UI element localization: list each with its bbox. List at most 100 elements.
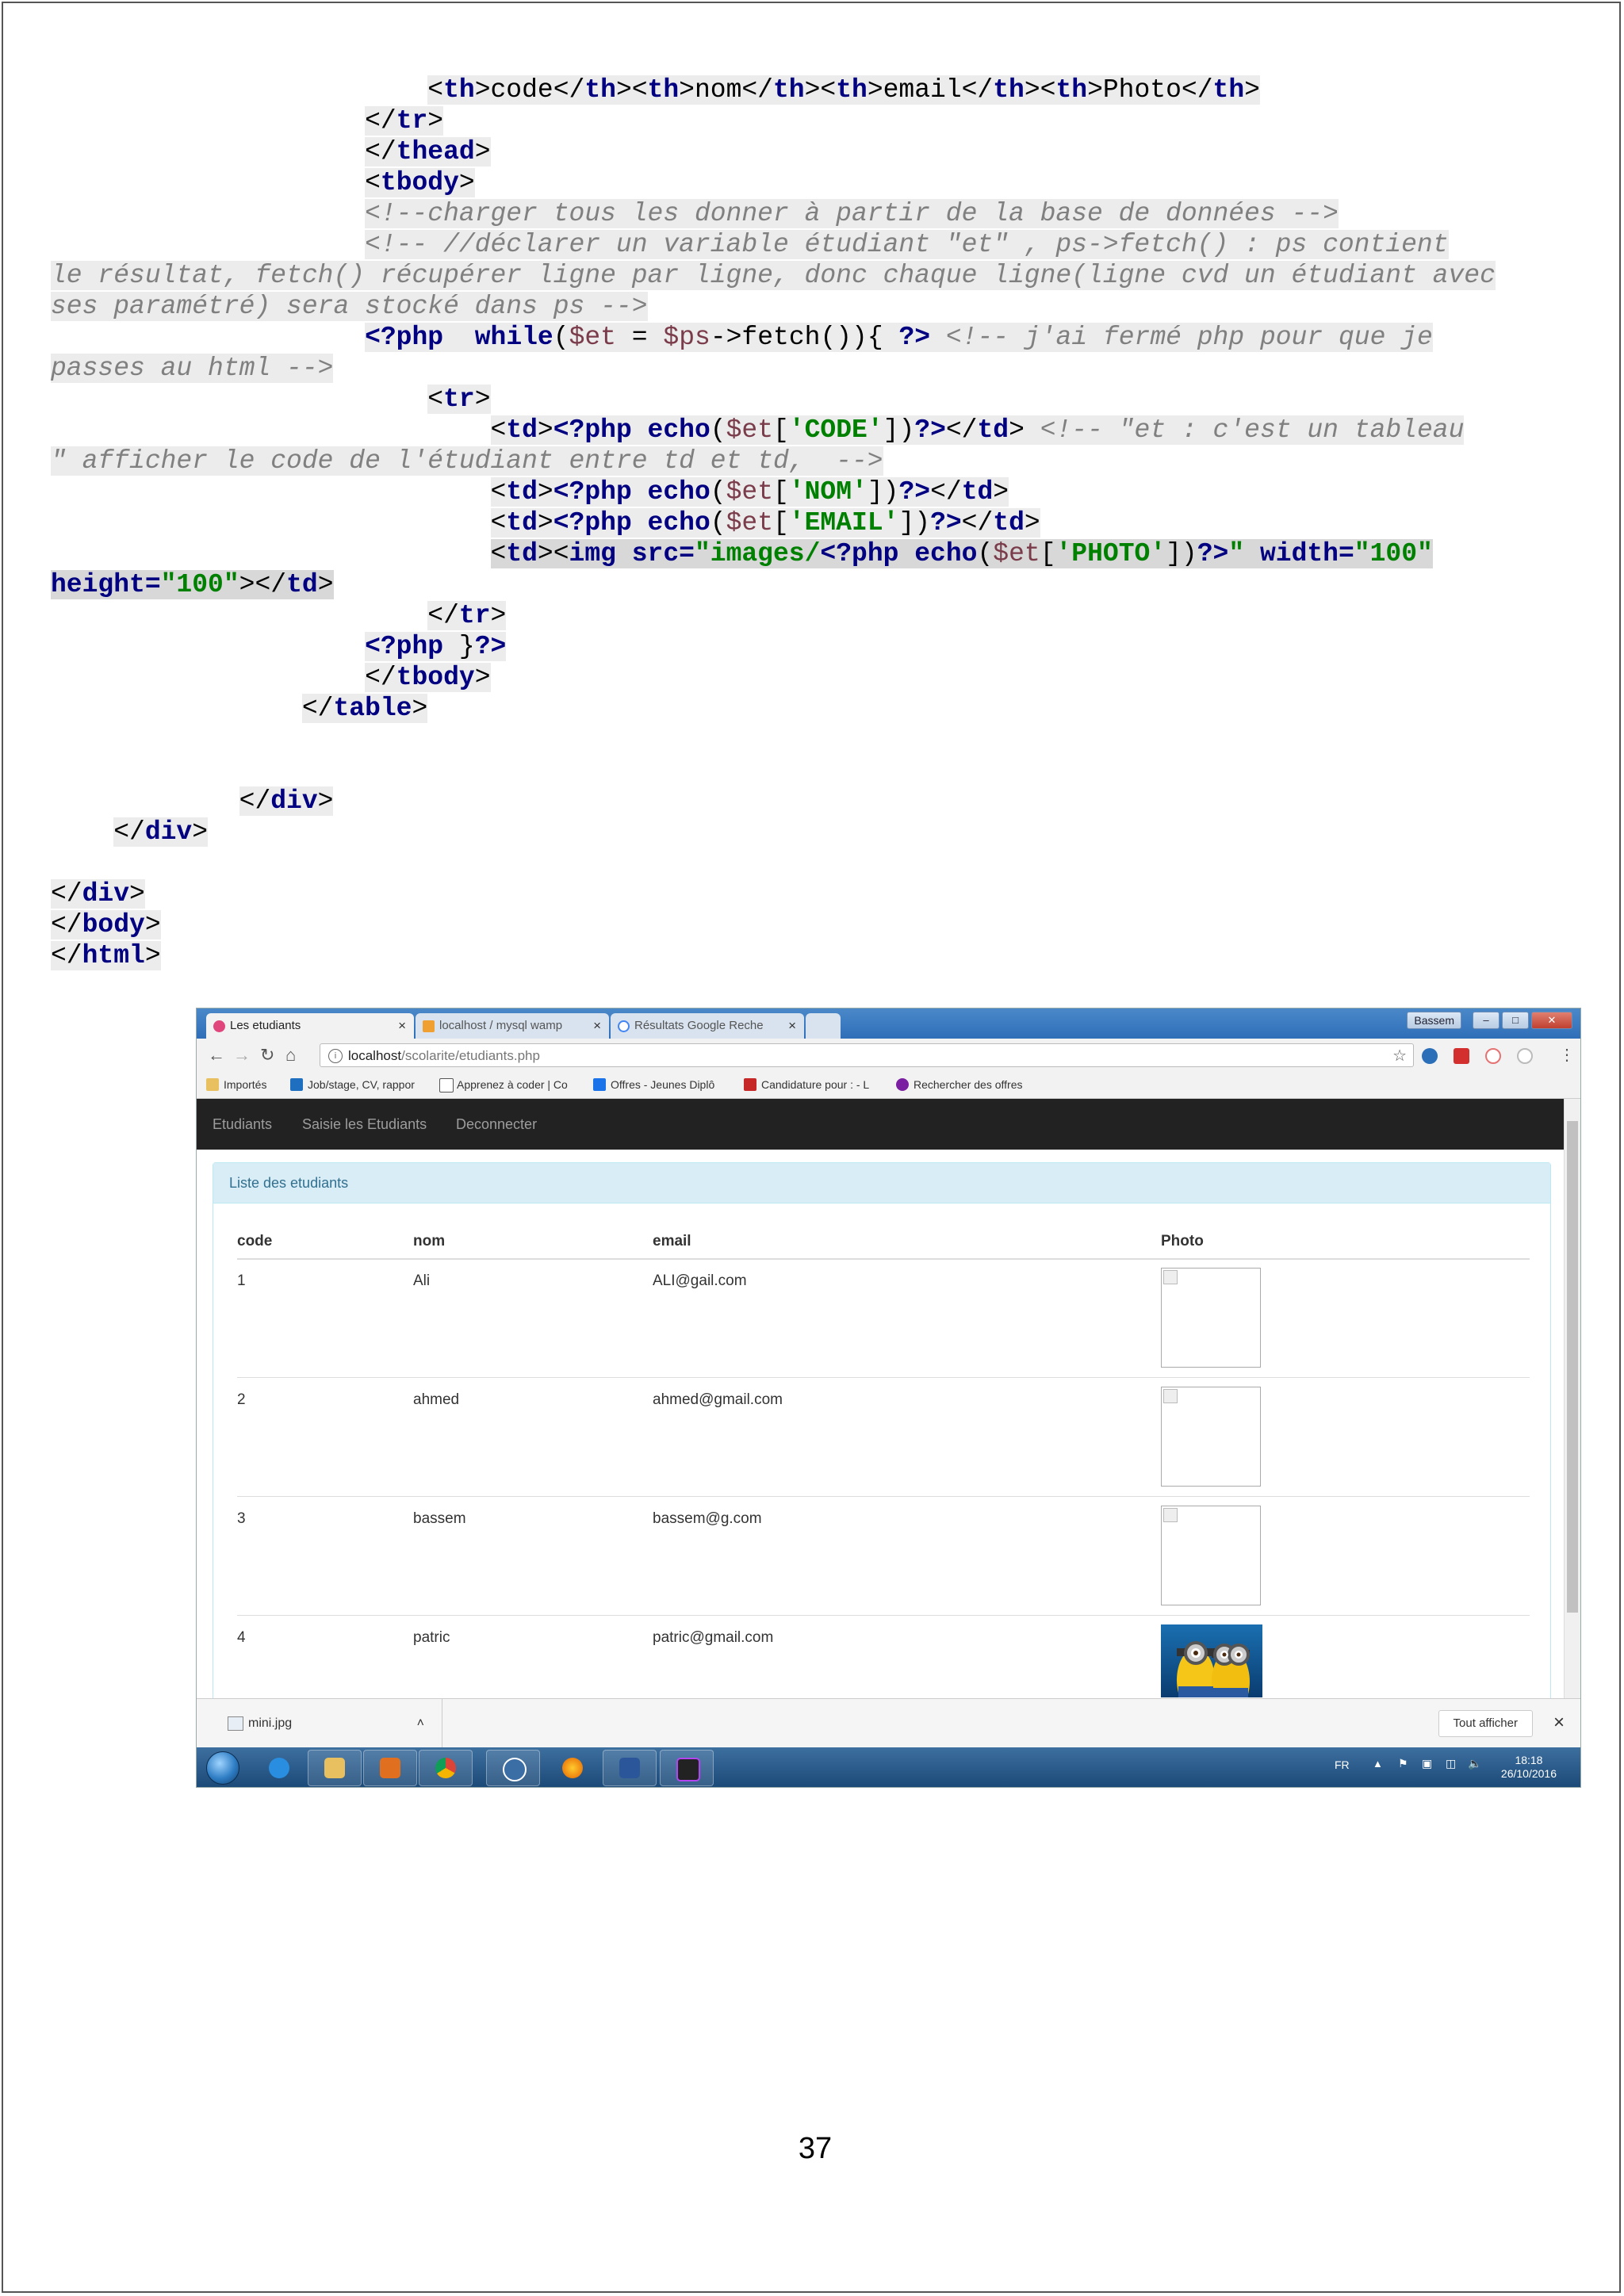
code-token: >Photo</ bbox=[1087, 75, 1213, 105]
code-token: </ bbox=[51, 910, 82, 939]
code-token: <!-- j'ai fermé php pour que je bbox=[945, 323, 1433, 352]
code-token: html bbox=[82, 941, 145, 970]
user-badge[interactable]: Bassem bbox=[1407, 1012, 1461, 1029]
tray-up-arrow-icon[interactable]: ▲ bbox=[1373, 1758, 1383, 1770]
code-token: > bbox=[458, 168, 475, 197]
code-token: ->fetch()){ bbox=[710, 323, 899, 352]
word-icon[interactable] bbox=[603, 1750, 657, 1786]
tab-les-etudiants[interactable]: Les etudiants × bbox=[206, 1013, 414, 1039]
scrollbar-thumb[interactable] bbox=[1567, 1121, 1578, 1613]
tab-bar: Les etudiants × localhost / mysql wamp ×… bbox=[197, 1008, 1580, 1039]
url-host: localhost bbox=[348, 1048, 402, 1063]
code-token: >< bbox=[1024, 75, 1056, 105]
code-token: < bbox=[427, 75, 444, 105]
power-icon[interactable]: ▣ bbox=[1422, 1757, 1432, 1770]
clock[interactable]: 18:18 26/10/2016 bbox=[1501, 1754, 1557, 1781]
nav-etudiants[interactable]: Etudiants bbox=[213, 1099, 272, 1150]
address-bar[interactable]: i localhost/scolarite/etudiants.php ☆ bbox=[320, 1043, 1414, 1067]
bookmark-item[interactable]: Offres - Jeunes Diplô bbox=[593, 1077, 714, 1093]
code-token: } bbox=[443, 632, 475, 661]
code-token: <?php echo bbox=[553, 508, 710, 538]
ie-icon[interactable] bbox=[252, 1750, 306, 1786]
vertical-scrollbar[interactable] bbox=[1564, 1099, 1580, 1698]
code-token: th bbox=[1212, 75, 1245, 105]
home-icon[interactable]: ⌂ bbox=[285, 1045, 296, 1066]
menu-icon[interactable]: ⋮ bbox=[1559, 1045, 1575, 1066]
code-token: > bbox=[144, 941, 161, 970]
chevron-up-icon[interactable]: ˄ bbox=[417, 1699, 424, 1748]
nav-deconnecter[interactable]: Deconnecter bbox=[456, 1099, 537, 1150]
column-header-email: email bbox=[653, 1233, 691, 1249]
cell-code: 1 bbox=[237, 1272, 246, 1289]
code-token: le résultat, fetch() récupérer ligne par… bbox=[51, 261, 1496, 290]
cell-nom: bassem bbox=[413, 1510, 466, 1527]
code-token: passes au html --> bbox=[51, 354, 334, 383]
media-player-icon[interactable] bbox=[363, 1750, 417, 1786]
code-token: tr bbox=[458, 601, 491, 630]
code-line: </tbody> bbox=[51, 662, 1581, 693]
code-token: < bbox=[490, 539, 507, 568]
bookmark-item[interactable]: Apprenez à coder | Co bbox=[439, 1077, 568, 1093]
bookmark-star-icon[interactable]: ☆ bbox=[1392, 1044, 1407, 1068]
nav-saisie-etudiants[interactable]: Saisie les Etudiants bbox=[302, 1099, 427, 1150]
extension-icon[interactable] bbox=[1517, 1048, 1533, 1064]
page-number: 37 bbox=[798, 2132, 833, 2165]
code-line: le résultat, fetch() récupérer ligne par… bbox=[51, 260, 1581, 291]
language-indicator[interactable]: FR bbox=[1335, 1758, 1350, 1771]
bookmark-item[interactable]: Job/stage, CV, rappor bbox=[290, 1077, 415, 1093]
tab-phpmyadmin[interactable]: localhost / mysql wamp × bbox=[416, 1013, 609, 1039]
code-token: $et bbox=[569, 323, 616, 352]
back-icon[interactable]: ← bbox=[208, 1045, 225, 1066]
flag-icon[interactable]: ⚑ bbox=[1398, 1757, 1408, 1770]
column-header-nom: nom bbox=[413, 1233, 446, 1249]
code-line: <?php while($et = $ps->fetch()){ ?> <!--… bbox=[51, 322, 1581, 353]
close-icon[interactable]: × bbox=[1553, 1710, 1565, 1735]
bookmark-item[interactable]: Rechercher des offres bbox=[896, 1077, 1022, 1093]
code-token: width= bbox=[1259, 539, 1354, 568]
minimize-icon[interactable]: – bbox=[1473, 1012, 1500, 1029]
extension-icon[interactable] bbox=[1485, 1048, 1501, 1064]
bookmark-item[interactable]: Candidature pour : - L bbox=[744, 1077, 869, 1093]
code-token: ?> bbox=[898, 323, 931, 352]
new-tab-button[interactable] bbox=[806, 1013, 841, 1039]
code-line: </thead> bbox=[51, 136, 1581, 167]
code-line: </html> bbox=[51, 940, 1581, 971]
extension-icon[interactable] bbox=[1422, 1048, 1438, 1064]
close-icon[interactable]: × bbox=[788, 1013, 796, 1039]
code-line: </div> bbox=[51, 817, 1581, 848]
tab-label: Résultats Google Reche bbox=[634, 1019, 764, 1032]
code-token: <!--charger tous les donner à partir de … bbox=[365, 199, 1339, 228]
maximize-icon[interactable]: □ bbox=[1502, 1012, 1529, 1029]
code-line: <th>code</th><th>nom</th><th>email</th><… bbox=[51, 75, 1581, 105]
download-item[interactable]: mini.jpg ˄ bbox=[216, 1699, 442, 1748]
close-icon[interactable]: × bbox=[593, 1013, 601, 1039]
start-button[interactable] bbox=[206, 1751, 239, 1785]
phpstorm-icon[interactable] bbox=[660, 1750, 714, 1786]
window-close-icon[interactable]: ✕ bbox=[1531, 1012, 1572, 1029]
app-icon[interactable] bbox=[486, 1750, 540, 1786]
code-token: > bbox=[144, 910, 161, 939]
forward-icon[interactable]: → bbox=[233, 1045, 251, 1066]
phpmyadmin-icon bbox=[423, 1020, 435, 1032]
code-token: " bbox=[1228, 539, 1245, 568]
explorer-icon[interactable] bbox=[308, 1750, 362, 1786]
reload-icon[interactable]: ↻ bbox=[260, 1045, 274, 1066]
code-token: > bbox=[1009, 415, 1040, 445]
column-header-photo: Photo bbox=[1161, 1233, 1204, 1249]
show-all-button[interactable]: Tout afficher bbox=[1438, 1710, 1533, 1737]
info-icon[interactable]: i bbox=[328, 1049, 343, 1063]
tab-google[interactable]: Résultats Google Reche × bbox=[611, 1013, 804, 1039]
chrome-icon[interactable] bbox=[419, 1750, 473, 1786]
volume-icon[interactable]: 🔈 bbox=[1468, 1757, 1481, 1770]
gmail-icon[interactable] bbox=[1454, 1048, 1469, 1064]
bookmark-folder[interactable]: Importés bbox=[206, 1077, 266, 1093]
firefox-icon[interactable] bbox=[546, 1750, 599, 1786]
code-token: </ bbox=[945, 415, 978, 445]
network-icon[interactable]: ◫ bbox=[1446, 1757, 1456, 1770]
code-token: td bbox=[506, 539, 538, 568]
close-icon[interactable]: × bbox=[398, 1013, 406, 1039]
